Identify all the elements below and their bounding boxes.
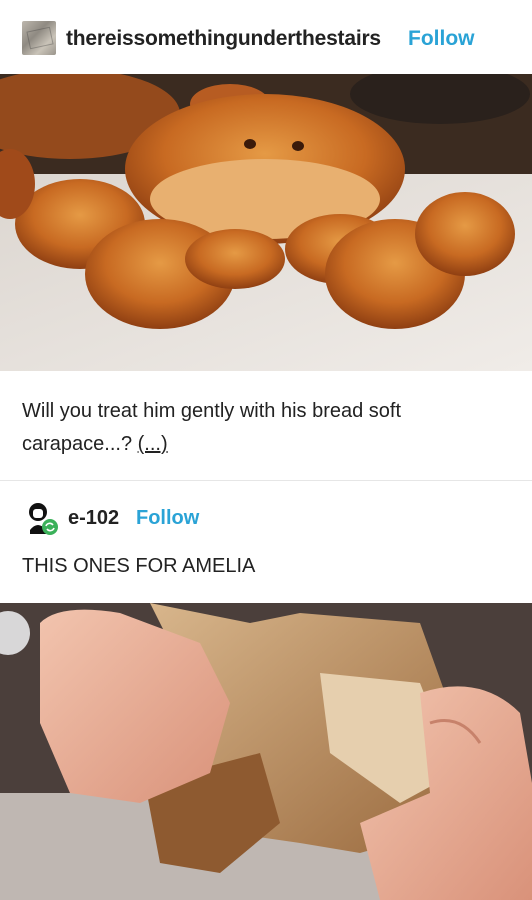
blog-name[interactable]: thereissomethingunderthestairs [66,27,381,51]
post-caption: Will you treat him gently with his bread… [22,395,512,461]
torn-bread-photo[interactable] [0,603,532,900]
reblog-text: THIS ONES FOR AMELIA [22,555,256,577]
reblog-badge-icon [42,519,58,535]
caption-text: Will you treat him gently with his bread… [22,400,402,455]
torn-bread-illustration [0,603,532,900]
crab-bread-photo[interactable] [0,74,532,371]
reblog-blog-name[interactable]: e-102 [68,507,119,530]
follow-button[interactable]: Follow [408,27,475,51]
reblog-avatar[interactable] [25,500,61,538]
divider [0,480,532,481]
crab-bread-illustration [0,74,532,371]
reblog-follow-button[interactable]: Follow [136,507,199,530]
post-header: thereissomethingunderthestairs Follow [0,0,532,74]
read-more-link[interactable]: (...) [138,433,168,455]
blog-avatar[interactable] [22,21,56,55]
